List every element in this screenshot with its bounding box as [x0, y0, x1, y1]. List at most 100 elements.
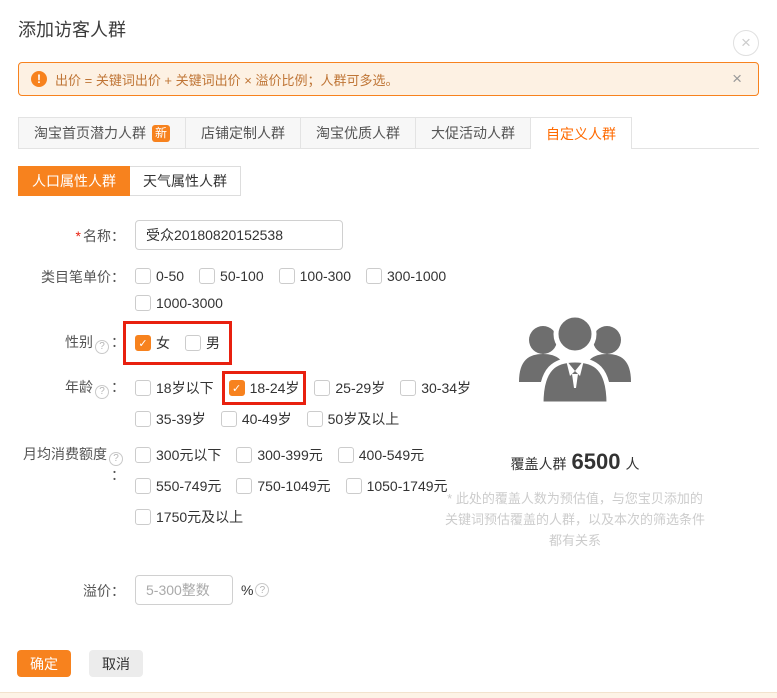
- checkbox-icon[interactable]: [135, 478, 151, 494]
- checkbox-option[interactable]: ✓ 女: [135, 333, 170, 353]
- coverage-note: * 此处的覆盖人数为预估值，与您宝贝添加的 关键词预估覆盖的人群，以及本次的筛选…: [444, 491, 705, 548]
- coverage-unit: 人: [625, 456, 640, 472]
- checkbox-option[interactable]: 300-399元: [236, 445, 323, 465]
- checkbox-label: 18岁以下: [156, 380, 214, 396]
- audience-name-input[interactable]: [135, 220, 343, 250]
- checkbox-icon[interactable]: [337, 447, 354, 463]
- checkbox-option[interactable]: 男: [185, 333, 220, 353]
- premium-input[interactable]: [135, 575, 233, 605]
- checkbox-icon[interactable]: [220, 411, 237, 427]
- tab-label: 大促活动人群: [431, 125, 516, 141]
- checkbox-checked-icon[interactable]: ✓: [228, 380, 245, 396]
- checkbox-option[interactable]: 400-549元: [337, 445, 425, 465]
- checkbox-option[interactable]: 1750元及以上: [135, 507, 243, 527]
- monthly-spend-label: 月均消费额度?：: [23, 446, 125, 483]
- subtab-weather[interactable]: 天气属性人群: [130, 166, 241, 196]
- checkbox-option[interactable]: 40-49岁: [220, 409, 292, 429]
- age-label: 年龄?：: [65, 379, 125, 399]
- coverage-count-line: 覆盖人群 6500 人: [425, 449, 725, 475]
- cancel-button[interactable]: 取消: [89, 650, 143, 677]
- checkbox-icon[interactable]: [314, 380, 331, 396]
- checkbox-icon[interactable]: [199, 268, 216, 284]
- help-icon[interactable]: ?: [95, 340, 109, 354]
- checkbox-icon[interactable]: [278, 268, 295, 284]
- checkbox-label: 300-1000: [387, 268, 447, 284]
- coverage-count: 6500: [571, 449, 621, 474]
- checkbox-option[interactable]: ✓ 18-24岁: [221, 371, 307, 405]
- tab-label: 店铺定制人群: [201, 125, 286, 141]
- checkbox-icon[interactable]: [135, 411, 151, 427]
- tab-label: 自定义人群: [546, 125, 617, 142]
- checkbox-option[interactable]: 50岁及以上: [306, 409, 400, 429]
- age-options: 18岁以下 ✓ 18-24岁 25-29岁 30-34岁 35-39岁 40-49岁 50岁及…: [135, 371, 471, 429]
- checkbox-label: 0-50: [156, 268, 185, 284]
- checkbox-label: 40-49岁: [241, 411, 292, 427]
- checkbox-icon[interactable]: [366, 268, 383, 284]
- checkbox-icon[interactable]: [135, 509, 151, 525]
- checkbox-label: 25-29岁: [335, 380, 386, 396]
- confirm-button[interactable]: 确定: [17, 650, 71, 677]
- checkbox-label: 50-100: [220, 268, 264, 284]
- tab-promo-activity[interactable]: 大促活动人群: [415, 117, 531, 148]
- notice-close-icon[interactable]: ×: [728, 69, 746, 89]
- checkbox-option[interactable]: 1000-3000: [135, 295, 223, 311]
- name-field-label: * 名称：: [75, 228, 125, 244]
- checkbox-option[interactable]: 750-1049元: [236, 476, 331, 496]
- checkbox-option[interactable]: 35-39岁: [135, 409, 206, 429]
- subtab-demographic[interactable]: 人口属性人群: [18, 166, 130, 196]
- checkbox-label: 400-549元: [358, 447, 425, 463]
- checkbox-option[interactable]: 50-100: [199, 268, 264, 284]
- tab-shop-custom[interactable]: 店铺定制人群: [185, 117, 301, 148]
- help-icon[interactable]: ?: [255, 583, 270, 597]
- page-bottom-strip: [0, 692, 777, 698]
- checkbox-row: 18岁以下 ✓ 18-24岁 25-29岁 30-34岁: [135, 371, 471, 405]
- checkbox-row: 300元以下 300-399元 400-549元: [135, 445, 448, 465]
- tab-taobao-quality[interactable]: 淘宝优质人群: [300, 117, 416, 148]
- help-icon[interactable]: ?: [109, 452, 123, 466]
- checkbox-label: 50岁及以上: [327, 411, 400, 427]
- tab-custom-audience[interactable]: 自定义人群: [530, 117, 633, 149]
- checkbox-icon[interactable]: [185, 335, 201, 351]
- checkbox-label: 18-24岁: [249, 380, 300, 396]
- subtab-group: 人口属性人群 天气属性人群: [18, 166, 241, 196]
- checkbox-label: 100-300: [299, 268, 352, 284]
- tab-label: 淘宝首页潜力人群: [34, 125, 146, 141]
- checkbox-label: 35-39岁: [156, 411, 206, 427]
- checkbox-icon[interactable]: [306, 411, 323, 427]
- checkbox-row: 550-749元 750-1049元 1050-1749元: [135, 476, 448, 496]
- checkbox-checked-icon[interactable]: ✓: [135, 335, 151, 351]
- checkbox-icon[interactable]: [236, 447, 253, 463]
- checkbox-icon[interactable]: [135, 295, 151, 311]
- checkbox-icon[interactable]: [400, 380, 417, 396]
- checkbox-option[interactable]: 300-1000: [366, 268, 446, 284]
- people-group-icon: [505, 304, 645, 423]
- checkbox-icon[interactable]: [135, 447, 151, 463]
- checkbox-label: 1750元及以上: [156, 509, 244, 525]
- percent-unit: %: [241, 582, 254, 598]
- checkbox-icon[interactable]: [236, 478, 253, 494]
- checkbox-option[interactable]: 0-50: [135, 268, 184, 284]
- checkbox-option[interactable]: 550-749元: [135, 476, 221, 496]
- checkbox-row: ✓ 女男: [135, 333, 220, 353]
- footer-actions: 确定 取消: [17, 650, 143, 677]
- alert-icon: !: [31, 71, 47, 87]
- page-title: 添加访客人群: [18, 20, 126, 40]
- checkbox-option[interactable]: 25-29岁: [314, 378, 385, 398]
- checkbox-icon[interactable]: [345, 478, 362, 494]
- modal-close-icon[interactable]: ×: [733, 30, 759, 56]
- tab-taobao-homepage-potential[interactable]: 淘宝首页潜力人群 新: [18, 117, 186, 148]
- checkbox-option[interactable]: 300元以下: [135, 445, 221, 465]
- checkbox-row: 1750元及以上: [135, 507, 448, 527]
- help-icon[interactable]: ?: [95, 385, 109, 399]
- new-badge: 新: [152, 124, 171, 142]
- checkbox-option[interactable]: 18岁以下: [135, 378, 214, 398]
- checkbox-icon[interactable]: [135, 380, 151, 396]
- gender-highlight-box: ✓ 女男: [123, 321, 232, 365]
- form-row-name: * 名称：: [18, 220, 759, 250]
- premium-label: 溢价：: [83, 583, 125, 599]
- checkbox-label: 550-749元: [156, 478, 222, 494]
- checkbox-label: 1000-3000: [156, 295, 223, 311]
- checkbox-icon[interactable]: [135, 268, 151, 284]
- checkbox-option[interactable]: 100-300: [278, 268, 352, 284]
- category-price-options: 0-50 50-100 100-300 300-1000 1000-3000: [135, 268, 446, 311]
